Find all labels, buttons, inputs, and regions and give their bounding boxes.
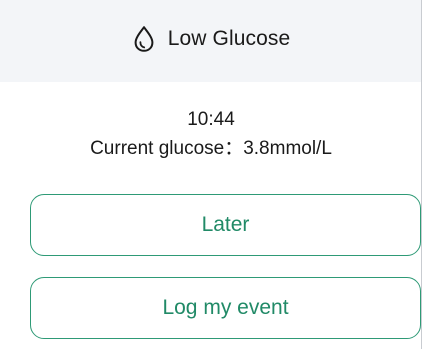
dialog-title: Low Glucose (167, 27, 291, 50)
alert-time: 10:44 (187, 109, 235, 130)
glucose-info: 10:44 Current glucose：3.8mmol/L (0, 108, 422, 161)
dialog-header: Low Glucose (0, 0, 422, 82)
header-content: Low Glucose (132, 25, 291, 53)
log-my-event-button[interactable]: Log my event (30, 277, 421, 339)
water-drop-icon (134, 26, 154, 52)
current-glucose-text: Current glucose：3.8mmol/L (90, 138, 332, 159)
later-button[interactable]: Later (30, 194, 421, 256)
dialog-right-border (421, 0, 422, 349)
low-glucose-dialog: Low Glucose 10:44 Current glucose：3.8mmo… (0, 0, 427, 349)
